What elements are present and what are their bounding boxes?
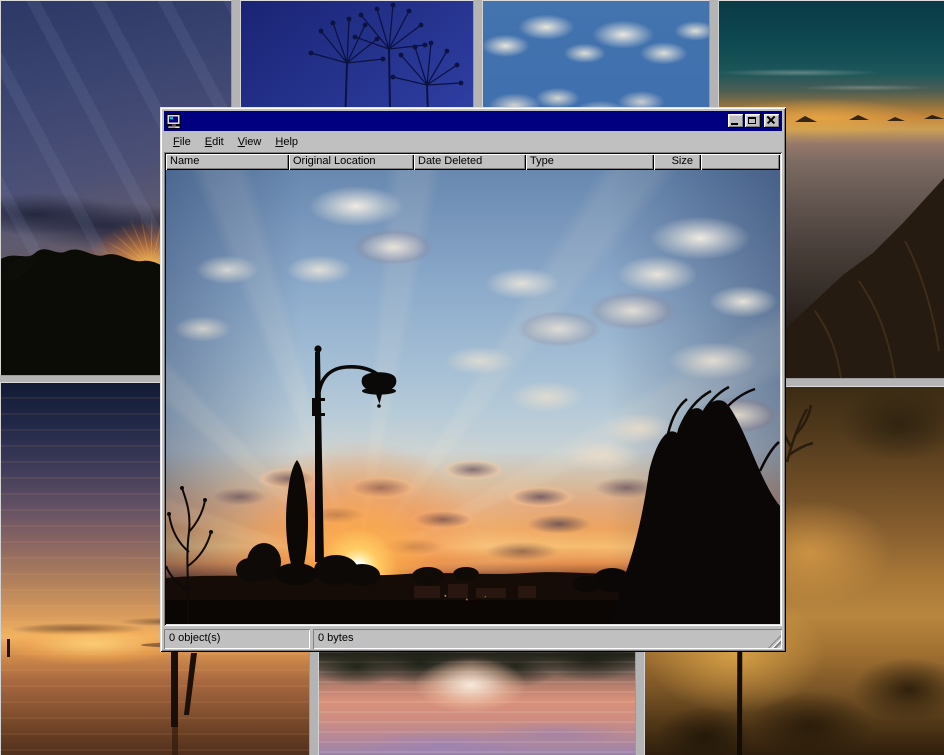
column-header-name[interactable]: Name xyxy=(166,154,289,170)
title-bar[interactable] xyxy=(164,111,782,131)
computer-icon xyxy=(166,114,182,129)
minimize-button[interactable] xyxy=(728,114,744,128)
status-bytes: 0 bytes xyxy=(313,629,782,649)
status-objects: 0 object(s) xyxy=(164,629,310,649)
column-header-filler xyxy=(701,154,780,170)
column-header-row: Name Original Location Date Deleted Type… xyxy=(166,154,780,170)
menu-edit[interactable]: Edit xyxy=(198,133,231,151)
desktop: File Edit View Help Name Original Locati… xyxy=(0,0,944,755)
menu-view[interactable]: View xyxy=(231,133,269,151)
menu-help[interactable]: Help xyxy=(268,133,305,151)
minimize-icon xyxy=(731,123,738,125)
column-header-type[interactable]: Type xyxy=(526,154,654,170)
status-bar: 0 object(s) 0 bytes xyxy=(164,629,782,649)
close-icon xyxy=(767,116,775,124)
menu-file[interactable]: File xyxy=(166,133,198,151)
lamp-post-sunset-photo xyxy=(166,170,780,624)
city-lights xyxy=(166,170,780,624)
menu-bar: File Edit View Help xyxy=(164,131,782,152)
maximize-icon xyxy=(748,117,756,124)
list-view[interactable]: Name Original Location Date Deleted Type… xyxy=(164,152,782,626)
maximize-button[interactable] xyxy=(745,114,761,128)
close-button[interactable] xyxy=(764,114,780,128)
column-header-original-location[interactable]: Original Location xyxy=(289,154,414,170)
recycle-bin-window: File Edit View Help Name Original Locati… xyxy=(160,107,786,652)
column-header-date-deleted[interactable]: Date Deleted xyxy=(414,154,526,170)
column-header-size[interactable]: Size xyxy=(654,154,701,170)
